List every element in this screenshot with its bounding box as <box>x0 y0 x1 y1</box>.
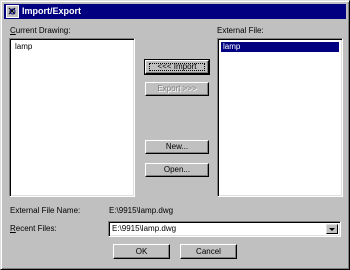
chevron-down-icon <box>329 228 335 231</box>
recent-files-value: E:\9915\lamp.dwg <box>112 224 177 233</box>
current-drawing-list[interactable]: lamp <box>9 38 135 197</box>
dropdown-arrow-button[interactable] <box>326 224 338 234</box>
external-file-name-label: External File Name: <box>10 206 81 215</box>
current-drawing-label: Current Drawing: <box>10 26 71 35</box>
recent-files-label: Recent Files: <box>10 224 57 233</box>
new-button[interactable]: New... <box>145 140 209 154</box>
title-bar[interactable]: Import/Export <box>4 4 346 19</box>
cancel-button[interactable]: Cancel <box>180 244 237 259</box>
external-file-item[interactable]: lamp <box>221 42 339 52</box>
current-drawing-item[interactable]: lamp <box>13 42 34 52</box>
window-title: Import/Export <box>22 6 82 16</box>
external-file-name-value: E:\9915\lamp.dwg <box>109 206 174 215</box>
export-button[interactable]: Export >>> <box>145 82 209 96</box>
ok-button[interactable]: OK <box>113 244 170 259</box>
import-button[interactable]: <<< Import <box>144 59 210 75</box>
recent-files-dropdown[interactable]: E:\9915\lamp.dwg <box>108 221 341 237</box>
external-file-label: External File: <box>217 26 264 35</box>
import-export-app-icon <box>6 5 19 18</box>
open-button[interactable]: Open... <box>145 163 209 177</box>
import-export-dialog: Import/Export Current Drawing: lamp Exte… <box>0 0 350 270</box>
external-file-list[interactable]: lamp <box>217 38 343 197</box>
